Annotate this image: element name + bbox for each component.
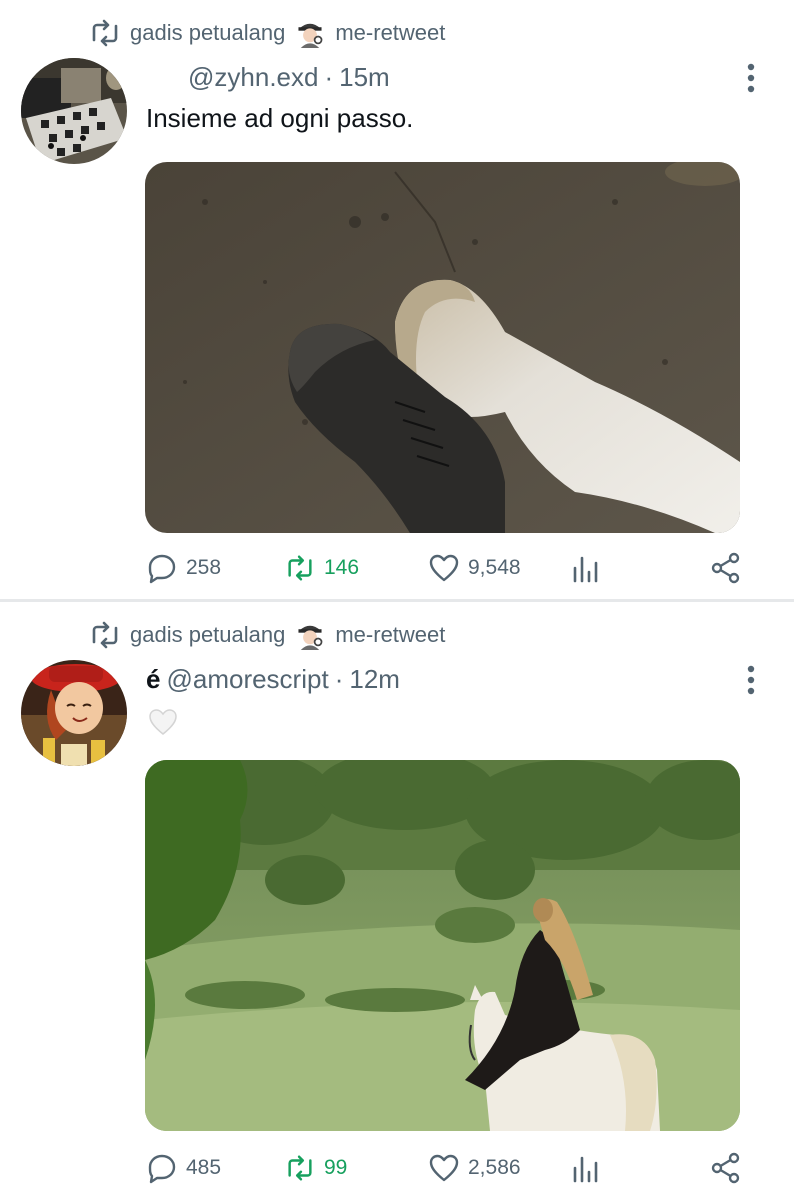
share-button[interactable]: [710, 548, 742, 588]
retweet-button[interactable]: 146: [284, 548, 359, 588]
detective-emoji-icon: [298, 23, 323, 48]
retweet-button[interactable]: 99: [284, 1148, 347, 1188]
reply-count: 258: [186, 556, 222, 579]
like-button[interactable]: 2,586: [428, 1148, 521, 1188]
tweet-text: 🤍: [146, 705, 180, 738]
author-handle[interactable]: @amorescript: [166, 664, 328, 695]
like-count: 9,548: [468, 556, 521, 579]
retweet-action-label: me-retweet: [335, 20, 446, 45]
tweet-actions: 258 146 9,548: [146, 548, 746, 588]
retweet-icon: [92, 19, 118, 47]
timestamp[interactable]: 15m: [339, 62, 390, 93]
retweet-context[interactable]: gadis petualang me-retweet: [88, 620, 445, 650]
timestamp[interactable]: 12m: [349, 664, 400, 695]
retweeter-name[interactable]: gadis petualang: [130, 20, 285, 46]
detective-emoji-icon: [298, 625, 323, 650]
heart-icon: [429, 554, 459, 582]
reply-count: 485: [186, 1156, 222, 1179]
retweeter-name[interactable]: gadis petualang: [130, 622, 285, 648]
reply-icon: [148, 1154, 176, 1184]
tweet-media[interactable]: [145, 760, 740, 1131]
more-options-icon[interactable]: [736, 62, 766, 94]
tweet-text: Insieme ad ogni passo.: [146, 103, 414, 133]
view-analytics-button[interactable]: [570, 1148, 602, 1188]
tweet-header: é @amorescript · 12m: [146, 664, 400, 695]
more-options-icon[interactable]: [736, 664, 766, 696]
retweet-icon: [288, 1155, 312, 1181]
heart-icon: [429, 1154, 459, 1182]
author-display-name[interactable]: é: [146, 664, 160, 695]
like-count: 2,586: [468, 1156, 521, 1179]
separator-dot: ·: [334, 664, 344, 694]
share-icon: [711, 1152, 740, 1184]
share-icon: [711, 552, 740, 584]
retweet-icon: [288, 555, 312, 581]
tweet-header: @zyhn.exd · 15m: [146, 62, 390, 93]
tweet-media[interactable]: [145, 162, 740, 533]
retweet-action-label: me-retweet: [335, 622, 446, 647]
reply-button[interactable]: 485: [146, 1148, 221, 1188]
tweet-card[interactable]: gadis petualang me-retweet @zyhn.exd · 1…: [0, 0, 794, 600]
retweet-count: 99: [324, 1156, 348, 1179]
separator-dot: ·: [324, 62, 334, 92]
author-handle[interactable]: @zyhn.exd: [146, 62, 318, 93]
share-button[interactable]: [710, 1148, 742, 1188]
bar-chart-icon: [573, 1156, 598, 1183]
avatar[interactable]: [21, 660, 127, 766]
bar-chart-icon: [573, 556, 598, 583]
view-analytics-button[interactable]: [570, 548, 602, 588]
tweet-card[interactable]: gadis petualang me-retweet é @amorescrip…: [0, 602, 794, 1200]
avatar[interactable]: [21, 58, 127, 164]
reply-button[interactable]: 258: [146, 548, 221, 588]
reply-icon: [148, 554, 176, 584]
retweet-count: 146: [324, 556, 360, 579]
white-heart-emoji-icon: [149, 709, 177, 736]
retweet-icon: [92, 621, 118, 649]
retweet-context[interactable]: gadis petualang me-retweet: [88, 18, 445, 48]
tweet-actions: 485 99 2,586: [146, 1148, 746, 1188]
like-button[interactable]: 9,548: [428, 548, 521, 588]
